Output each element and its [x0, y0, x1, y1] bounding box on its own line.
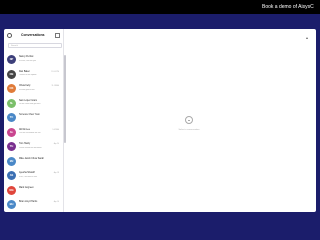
conversation-item[interactable]: SL Sam Lopez Gram Let me check and get bac…: [4, 96, 63, 111]
avatar: MG: [7, 185, 16, 195]
main-panel: ▴ Select a conversation: [64, 29, 316, 212]
conversation-time: 11:18 AM: [51, 85, 59, 87]
conversation-item[interactable]: OK Olivia Kelly Sounds good to me 11:18 AM: [4, 81, 63, 96]
conversation-time: Apr 20: [53, 143, 59, 145]
conversation-item[interactable]: MG Mark Gogreen: [4, 183, 63, 198]
conversation-name: Nancy Perfusi: [19, 56, 34, 58]
conversation-item[interactable]: NP Nancy Perfusi Hi there, how are you: [4, 52, 63, 67]
sidebar-title: Conversations: [21, 33, 45, 37]
avatar: DB: [7, 69, 16, 79]
avatar: AL: [7, 127, 16, 137]
conversations-sidebar: Conversations Search NP Nancy Perfusi Hi t…: [4, 29, 64, 212]
conversation-snippet: Please review the document: [19, 146, 42, 149]
menu-icon[interactable]: [7, 33, 12, 38]
conversation-item[interactable]: TC Terrence Chen Yoon: [4, 110, 63, 125]
conversation-snippet: Let me check and get back: [19, 103, 41, 105]
avatar: TC: [7, 113, 16, 122]
conversation-name: Olivia Kelly: [19, 85, 31, 87]
conversation-name: AM Ali Lee: [19, 128, 30, 131]
sidebar-header: Conversations: [4, 29, 63, 41]
avatar: AS: [7, 171, 16, 180]
conversation-item[interactable]: DB Dan Baker Thanks for the update 12:04 PM: [4, 67, 63, 82]
conversation-item[interactable]: MJ Mike Jacob Chow Sarah: [4, 154, 63, 169]
avatar: NP: [7, 55, 16, 64]
avatar: MJ: [7, 156, 16, 166]
conversation-item[interactable]: AL AM Ali Lee Can we reschedule the call 9:…: [4, 125, 63, 140]
conversation-time: Apr 18: [53, 172, 59, 174]
conversation-item[interactable]: TH Tom Hardy Please review the document Apr…: [4, 139, 63, 154]
conversation-snippet: Can we reschedule the call: [19, 132, 41, 134]
collapse-icon[interactable]: [55, 33, 60, 38]
conversation-item[interactable]: AS Ayesha Sharaff Sure, I will send it ove…: [4, 168, 63, 183]
avatar: TH: [7, 142, 16, 151]
conversation-snippet: Thanks for the update: [19, 74, 37, 76]
avatar: SL: [7, 98, 16, 108]
conversation-name: Brian Lloyd Harris: [19, 201, 38, 203]
empty-state-text: Select a conversation: [178, 129, 200, 131]
conversation-name: Tom Hardy: [19, 143, 31, 145]
app-window: Conversations Search NP Nancy Perfusi Hi t…: [4, 29, 316, 212]
conversation-snippet: Hi there, how are you: [19, 59, 37, 62]
conversation-time: Apr 16: [53, 201, 59, 203]
conversation-name: Ayesha Sharaff: [19, 172, 35, 174]
book-demo-link[interactable]: Book a demo of AisysC: [258, 2, 320, 13]
conversation-name: Dan Baker: [19, 70, 30, 73]
conversation-list: NP Nancy Perfusi Hi there, how are you DB Da…: [4, 52, 63, 212]
conversation-time: 12:04 PM: [51, 70, 59, 73]
conversation-name: Mark Gogreen: [19, 186, 34, 189]
conversation-name: Sam Lopez Gram: [19, 99, 37, 102]
conversation-name: Terrence Chen Yoon: [19, 114, 40, 116]
avatar: BH: [7, 200, 16, 209]
conversation-snippet: Sure, I will send it over: [19, 175, 38, 178]
conversation-name: Mike Jacob Chow Sarah: [19, 157, 44, 160]
top-bar: Book a demo of AisysC: [0, 0, 320, 14]
conversation-time: 9:42 AM: [52, 128, 59, 131]
chat-bubble-icon: [185, 116, 193, 124]
avatar: OK: [7, 84, 16, 93]
conversation-item[interactable]: BH Brian Lloyd Harris Apr 16: [4, 197, 63, 212]
search-input[interactable]: Search: [8, 43, 62, 48]
conversation-snippet: Sounds good to me: [19, 88, 35, 91]
expand-icon[interactable]: ▴: [306, 35, 308, 40]
